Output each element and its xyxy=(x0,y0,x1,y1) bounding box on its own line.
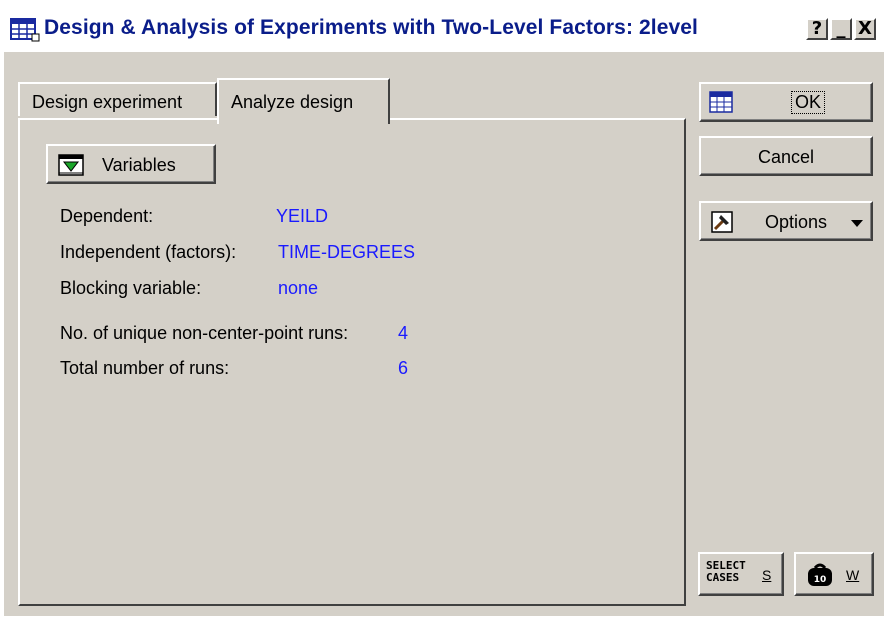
ok-button-label: OK xyxy=(791,91,826,114)
select-cases-button[interactable]: SELECT CASES S xyxy=(698,552,784,596)
independent-value: TIME-DEGREES xyxy=(278,242,416,262)
dependent-label: Dependent: xyxy=(60,206,154,226)
tab-design-experiment[interactable]: Design experiment xyxy=(18,82,217,116)
select-cases-icon-line2: CASES xyxy=(706,571,740,584)
variables-icon xyxy=(58,154,84,176)
analyze-design-panel: Variables Dependent: YEILD Independent (… xyxy=(18,118,686,606)
minimize-button[interactable]: _ xyxy=(830,18,852,40)
spreadsheet-icon xyxy=(709,91,733,113)
unique-runs-label: No. of unique non-center-point runs: xyxy=(60,323,349,343)
select-cases-key: S xyxy=(762,567,772,583)
app-grid-icon xyxy=(10,18,40,42)
weight-icon: 10 xyxy=(808,563,832,586)
variables-button[interactable]: Variables xyxy=(46,144,216,184)
blocking-label: Blocking variable: xyxy=(60,278,202,298)
window-title: Design & Analysis of Experiments with Tw… xyxy=(44,16,698,39)
tab-analyze-design[interactable]: Analyze design xyxy=(217,78,390,124)
independent-label: Independent (factors): xyxy=(60,242,237,262)
total-runs-value: 6 xyxy=(398,358,409,378)
dialog-window: Design & Analysis of Experiments with Tw… xyxy=(4,4,884,616)
weights-key: W xyxy=(846,567,860,583)
cancel-button[interactable]: Cancel xyxy=(699,136,873,176)
title-bar[interactable]: Design & Analysis of Experiments with Tw… xyxy=(4,4,884,52)
weights-button[interactable]: 10 W xyxy=(794,552,874,596)
select-cases-icon: SELECT CASES xyxy=(706,560,746,584)
options-button[interactable]: Options xyxy=(699,201,873,241)
close-button[interactable]: X xyxy=(854,18,876,40)
svg-text:10: 10 xyxy=(814,575,827,585)
options-button-label: Options xyxy=(765,212,828,232)
blocking-value: none xyxy=(278,278,319,298)
unique-runs-value: 4 xyxy=(398,323,409,343)
cancel-button-label: Cancel xyxy=(757,147,815,167)
chevron-down-icon xyxy=(851,220,863,227)
variables-button-label: Variables xyxy=(102,155,176,175)
dependent-value: YEILD xyxy=(276,206,329,226)
options-hammer-icon xyxy=(711,211,733,233)
total-runs-label: Total number of runs: xyxy=(60,358,230,378)
help-button[interactable]: ? xyxy=(806,18,828,40)
ok-button[interactable]: OK xyxy=(699,82,873,122)
